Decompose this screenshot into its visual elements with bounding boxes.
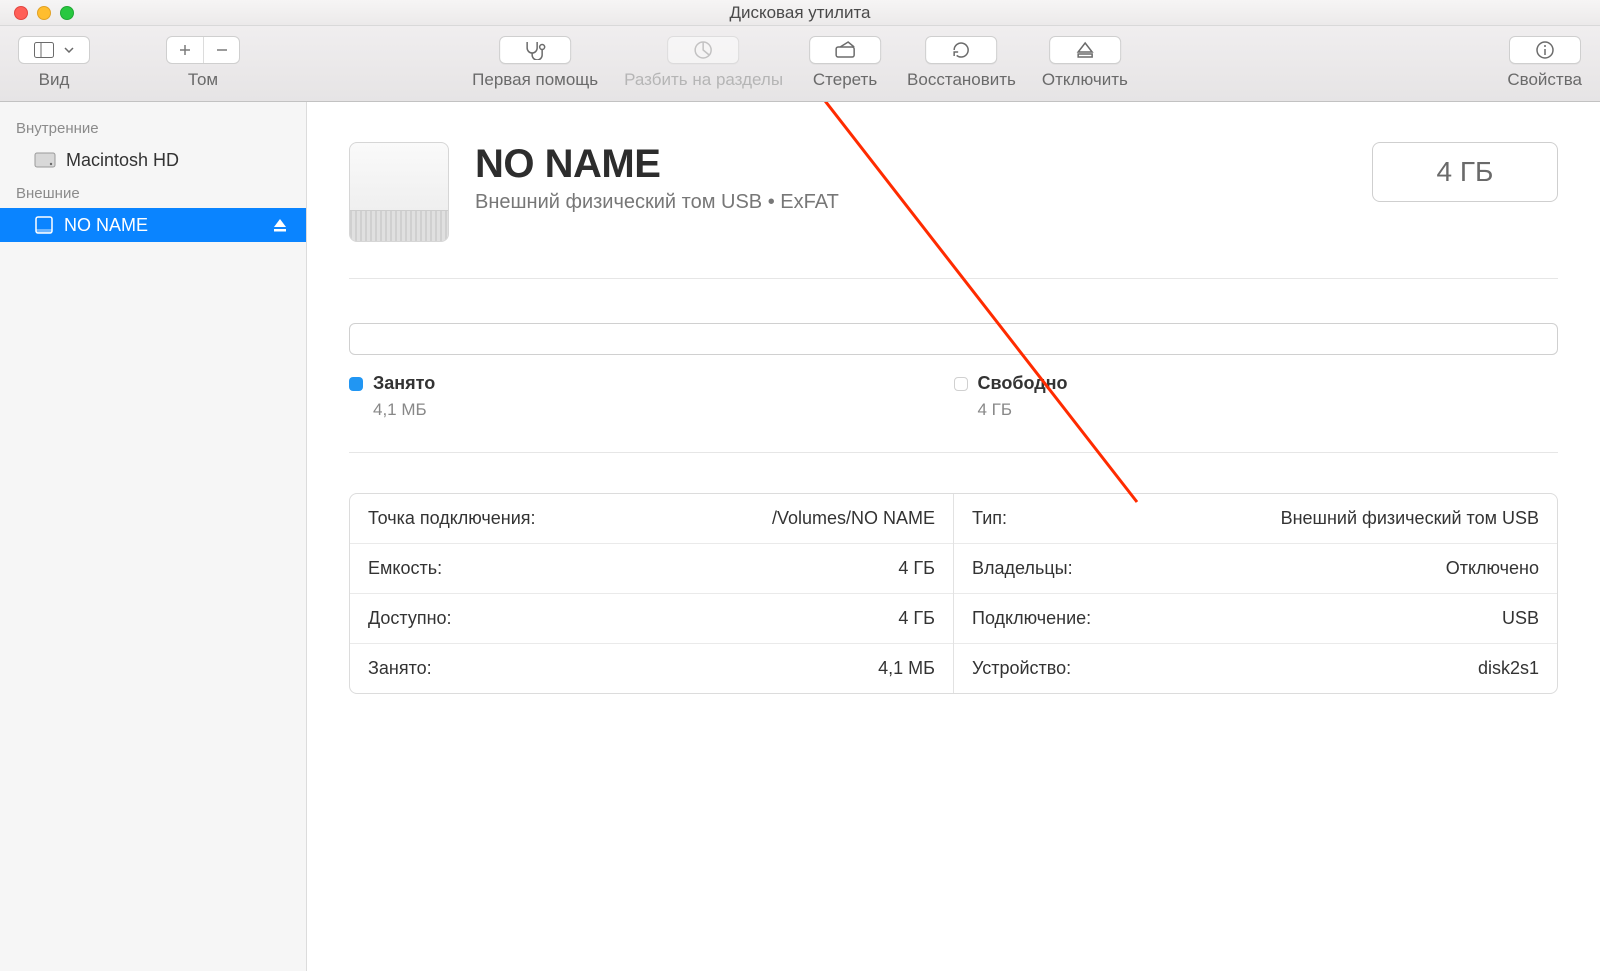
free-label: Свободно [978, 373, 1068, 394]
used-value: 4,1 МБ [373, 400, 954, 420]
capacity-badge: 4 ГБ [1372, 142, 1558, 202]
info-row: Точка подключения:/Volumes/NO NAME [350, 494, 953, 543]
volume-remove-button[interactable] [203, 37, 239, 63]
usage-bar [349, 323, 1558, 355]
legend-used: Занято 4,1 МБ [349, 373, 954, 420]
info-label: Свойства [1507, 70, 1582, 90]
free-value: 4 ГБ [978, 400, 1559, 420]
stethoscope-icon [523, 40, 547, 60]
unmount-button[interactable] [1049, 36, 1121, 64]
toolbar-volume-label: Том [188, 70, 218, 90]
sidebar-item-label: NO NAME [64, 215, 148, 236]
info-row: Занято:4,1 МБ [350, 643, 953, 693]
partition-label: Разбить на разделы [624, 70, 783, 90]
volume-add-remove [166, 36, 240, 64]
info-col-right: Тип:Внешний физический том USB Владельцы… [953, 494, 1557, 693]
legend-free: Свободно 4 ГБ [954, 373, 1559, 420]
internal-disk-icon [34, 152, 56, 168]
info-row: Владельцы:Отключено [954, 543, 1557, 593]
plus-icon [179, 44, 191, 56]
info-button[interactable] [1509, 36, 1581, 64]
unmount-label: Отключить [1042, 70, 1128, 90]
toolbar-view-label: Вид [39, 70, 70, 90]
info-row: Подключение:USB [954, 593, 1557, 643]
partition-button[interactable] [668, 36, 740, 64]
info-row: Емкость:4 ГБ [350, 543, 953, 593]
restore-label: Восстановить [907, 70, 1016, 90]
toolbar-volume-group: Том [166, 36, 240, 90]
info-col-left: Точка подключения:/Volumes/NO NAME Емкос… [350, 494, 953, 693]
volume-add-button[interactable] [167, 37, 203, 63]
external-disk-icon [34, 215, 54, 235]
erase-label: Стереть [813, 70, 877, 90]
sidebar-item-label: Macintosh HD [66, 150, 179, 171]
toolbar: Вид Том Первая помощь Разбить на разделы [0, 26, 1600, 102]
toolbar-view-group: Вид [18, 36, 90, 90]
info-table: Точка подключения:/Volumes/NO NAME Емкос… [349, 493, 1558, 694]
restore-icon [951, 40, 971, 60]
first-aid-label: Первая помощь [472, 70, 598, 90]
info-row: Устройство:disk2s1 [954, 643, 1557, 693]
eject-button[interactable] [272, 217, 288, 233]
sidebar: Внутренние Macintosh HD Внешние NO NAME [0, 102, 307, 971]
used-label: Занято [373, 373, 435, 394]
main-panel: NO NAME Внешний физический том USB • ExF… [307, 102, 1600, 971]
pie-icon [694, 40, 714, 60]
info-row: Доступно:4 ГБ [350, 593, 953, 643]
volume-name: NO NAME [475, 142, 839, 187]
eject-icon [272, 217, 288, 233]
sidebar-section-external: Внешние [0, 177, 306, 208]
restore-button[interactable] [925, 36, 997, 64]
free-swatch-icon [954, 377, 968, 391]
window-title: Дисковая утилита [0, 3, 1600, 23]
sidebar-item-no-name[interactable]: NO NAME [0, 208, 306, 242]
volume-large-icon [349, 142, 449, 242]
erase-button[interactable] [809, 36, 881, 64]
first-aid-button[interactable] [499, 36, 571, 64]
minus-icon [216, 44, 228, 56]
info-row: Тип:Внешний физический том USB [954, 494, 1557, 543]
sidebar-item-macintosh-hd[interactable]: Macintosh HD [0, 143, 306, 177]
erase-icon [834, 41, 856, 59]
sidebar-section-internal: Внутренние [0, 112, 306, 143]
used-swatch-icon [349, 377, 363, 391]
chevron-down-icon [64, 47, 74, 53]
volume-subtitle: Внешний физический том USB • ExFAT [475, 191, 839, 214]
eject-toolbar-icon [1076, 41, 1094, 59]
sidebar-layout-icon [34, 42, 54, 58]
info-icon [1535, 40, 1555, 60]
titlebar: Дисковая утилита [0, 0, 1600, 26]
view-mode-button[interactable] [18, 36, 90, 64]
